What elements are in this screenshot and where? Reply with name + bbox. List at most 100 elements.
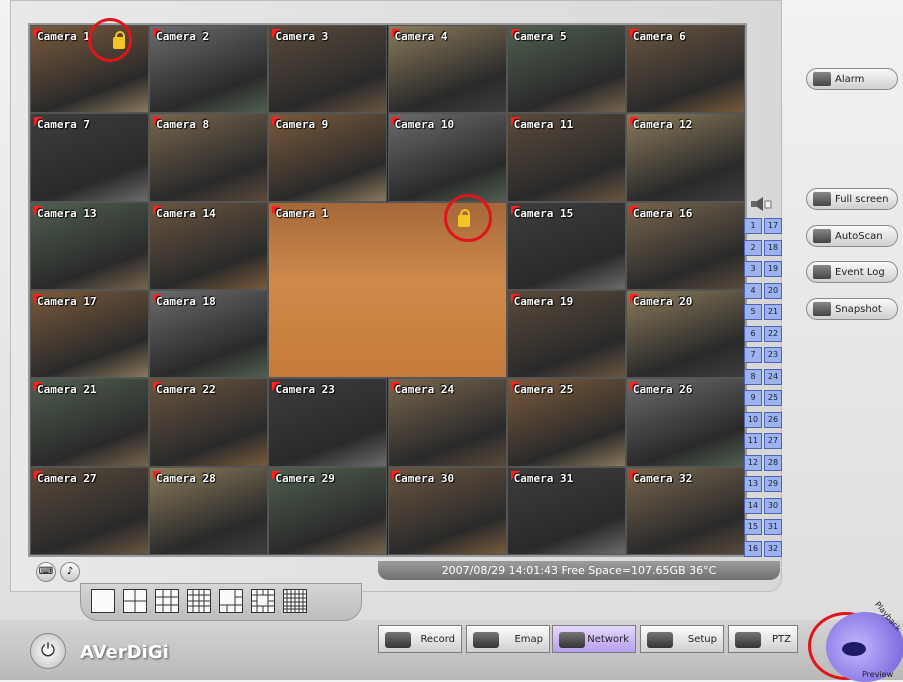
camera-tile[interactable]: Camera 12 [625,113,745,202]
network-label: Network [587,633,629,645]
channel-button[interactable]: 31 [764,519,782,535]
camera-tile[interactable]: Camera 2 [149,25,269,114]
camera-label: Camera 27 [37,471,97,485]
channel-button[interactable]: 17 [764,218,782,234]
camera-tile[interactable]: Camera 27 [30,466,150,555]
channel-button[interactable]: 8 [744,368,762,385]
channel-button[interactable]: 21 [764,304,782,320]
channel-button[interactable]: 4 [744,282,762,299]
snapshot-button[interactable]: Snapshot [806,298,898,320]
highlight-circle-lock-camera-1 [88,18,132,62]
channel-button[interactable]: 32 [764,540,782,557]
camera-label: Camera 14 [156,206,216,220]
power-icon[interactable]: ⏻ [30,633,66,669]
camera-tile[interactable]: Camera 4 [387,25,507,114]
status-bar: 2007/08/29 14:01:43 Free Space=107.65GB … [378,561,780,580]
autoscan-button[interactable]: AutoScan [806,225,898,247]
camera-label: Camera 7 [37,118,90,132]
layout-6-button[interactable] [219,589,243,613]
channel-button[interactable]: 27 [764,433,782,449]
camera-tile[interactable]: Camera 32 [625,466,745,555]
camera-tile[interactable]: Camera 31 [506,466,626,555]
camera-tile[interactable]: Camera 30 [387,466,507,555]
camera-tile[interactable]: Camera 26 [625,378,745,467]
camera-tile[interactable]: Camera 10 [387,113,507,202]
event-log-button[interactable]: Event Log [806,261,898,283]
channel-button[interactable]: 29 [764,476,782,492]
channel-button[interactable]: 19 [764,261,782,277]
channel-button[interactable]: 28 [764,454,782,471]
camera-tile[interactable]: Camera 19 [506,290,626,379]
alarm-label: Alarm [835,73,865,85]
eye-icon [842,642,866,656]
channel-button[interactable]: 1 [744,218,762,234]
camera-grid: Camera 1 Camera 2 Camera 3 Camera 4 Camera 5… [28,23,747,557]
channel-button[interactable]: 6 [744,325,762,342]
alarm-button[interactable]: Alarm [806,68,898,90]
channel-button[interactable]: 22 [764,325,782,342]
channel-button[interactable]: 13 [744,476,762,492]
alarm-icon [813,72,831,86]
camera-label: Camera 20 [632,295,693,308]
full-screen-button[interactable]: Full screen [806,188,898,210]
layout-1-button[interactable] [91,589,115,613]
audio-icon[interactable]: ♪ [60,562,80,582]
camera-tile[interactable]: Camera 16 [625,201,745,290]
channel-button[interactable]: 2 [744,239,762,256]
camera-tile[interactable]: Camera 11 [506,113,626,202]
channel-button[interactable]: 26 [764,411,782,428]
channel-button[interactable]: 11 [744,433,762,449]
camera-tile[interactable]: Camera 25 [506,378,626,467]
channel-button[interactable]: 16 [744,540,762,557]
channel-button[interactable]: 15 [744,519,762,535]
channel-button[interactable]: 25 [764,390,782,406]
camera-tile[interactable]: Camera 7 [30,113,150,202]
channel-button[interactable]: 24 [764,368,782,385]
channel-button[interactable]: 18 [764,239,782,256]
channel-button[interactable]: 9 [744,390,762,406]
camera-tile[interactable]: Camera 24 [387,378,507,467]
camera-tile[interactable]: Camera 18 [149,290,269,379]
channel-button[interactable]: 10 [744,411,762,428]
record-button[interactable]: Record [378,625,462,653]
camera-tile[interactable]: Camera 20 [625,290,745,379]
camera-tile[interactable]: Camera 29 [268,466,388,555]
camera-tile[interactable]: Camera 17 [30,290,150,379]
setup-button[interactable]: Setup [640,625,724,653]
camera-tile[interactable]: Camera 8 [149,113,269,202]
camera-tile[interactable]: Camera 6 [625,25,745,114]
camera-tile[interactable]: Camera 9 [268,113,388,202]
channel-button[interactable]: 30 [764,497,782,514]
camera-tile[interactable]: Camera 14 [149,201,269,290]
layout-16-button[interactable] [187,589,211,613]
camera-tile[interactable]: Camera 13 [30,201,150,290]
keyboard-icon[interactable]: ⌨ [36,562,56,582]
channel-button[interactable]: 23 [764,347,782,363]
layout-4-button[interactable] [123,589,147,613]
channel-button[interactable]: 3 [744,261,762,277]
layout-9-button[interactable] [155,589,179,613]
channel-button[interactable]: 5 [744,304,762,320]
network-button[interactable]: Network [552,625,636,653]
camera-tile[interactable]: Camera 23 [268,378,388,467]
camera-tile[interactable]: Camera 3 [268,25,388,114]
layout-32-button[interactable] [283,589,307,613]
camera-tile[interactable]: Camera 21 [30,378,150,467]
camera-tile[interactable]: Camera 28 [149,466,269,555]
channel-button[interactable]: 7 [744,347,762,363]
camera-label: Camera 4 [394,30,448,43]
channel-button[interactable]: 14 [744,497,762,514]
camera-tile[interactable]: Camera 5 [506,25,626,114]
camera-label: Camera 13 [37,206,97,220]
ptz-button[interactable]: PTZ [728,625,798,653]
channel-button[interactable]: 12 [744,454,762,471]
camera-label: Camera 26 [632,383,693,397]
ptz-icon [735,632,761,648]
emap-button[interactable]: Emap [466,625,550,653]
camera-tile[interactable]: Camera 22 [149,378,269,467]
network-icon [559,632,585,648]
camera-tile[interactable]: Camera 15 [506,201,626,290]
channel-button[interactable]: 20 [764,282,782,299]
camera-label: Camera 29 [275,471,335,485]
layout-13-button[interactable] [251,589,275,613]
